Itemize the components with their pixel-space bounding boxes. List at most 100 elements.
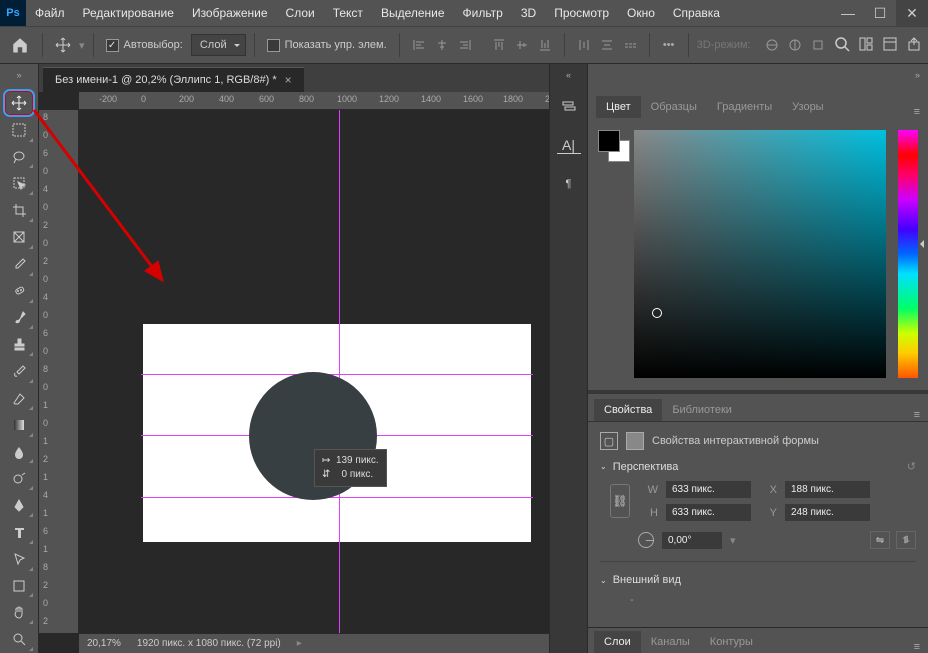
menu-window[interactable]: Окно <box>618 0 664 26</box>
section-appearance[interactable]: ⌄ Внешний вид <box>600 574 916 586</box>
history-brush-tool[interactable] <box>4 358 34 384</box>
character-panel-icon[interactable]: A| <box>557 136 581 154</box>
document-tab[interactable]: Без имени-1 @ 20,2% (Эллипс 1, RGB/8#) *… <box>43 67 304 92</box>
align-left-icon[interactable] <box>408 34 430 56</box>
panel-menu-icon[interactable]: ≡ <box>914 641 920 653</box>
3d-rotate-icon[interactable] <box>784 34 806 56</box>
hand-tool[interactable] <box>4 599 34 625</box>
flip-horizontal-button[interactable]: ⇋ <box>870 531 890 549</box>
distribute-v-icon[interactable] <box>596 34 618 56</box>
align-top-icon[interactable] <box>488 34 510 56</box>
frame-tool[interactable] <box>4 224 34 250</box>
zoom-level[interactable]: 20,17% <box>87 638 121 649</box>
3d-scale-icon[interactable] <box>807 34 829 56</box>
menu-file[interactable]: Файл <box>26 0 74 26</box>
stamp-tool[interactable] <box>4 331 34 357</box>
align-vcenter-icon[interactable] <box>511 34 533 56</box>
x-input[interactable]: 188 пикс. <box>785 481 870 498</box>
document-info[interactable]: 1920 пикс. x 1080 пикс. (72 ppi) <box>137 638 281 649</box>
tab-gradients[interactable]: Градиенты <box>707 96 782 118</box>
align-hcenter-icon[interactable] <box>431 34 453 56</box>
color-swatches[interactable] <box>598 130 628 378</box>
reset-icon[interactable]: ↺ <box>907 460 916 473</box>
blur-tool[interactable] <box>4 439 34 465</box>
share-icon[interactable] <box>906 36 922 55</box>
eraser-tool[interactable] <box>4 385 34 411</box>
arrange-icon[interactable] <box>858 36 874 55</box>
collapse-panels-icon[interactable]: » <box>915 70 920 80</box>
tab-color[interactable]: Цвет <box>596 96 641 118</box>
ruler-tick: 0 <box>43 598 48 608</box>
align-bottom-icon[interactable] <box>534 34 556 56</box>
menu-layers[interactable]: Слои <box>277 0 324 26</box>
window-minimize-button[interactable]: — <box>832 0 864 26</box>
window-close-button[interactable]: ✕ <box>896 0 928 26</box>
status-chevron-icon[interactable]: ▸ <box>297 638 302 649</box>
autoselect-mode-select[interactable]: Слой <box>191 34 246 56</box>
dodge-tool[interactable] <box>4 465 34 491</box>
panel-menu-icon[interactable]: ≡ <box>914 106 920 118</box>
tab-libraries[interactable]: Библиотеки <box>662 399 742 421</box>
menu-filter[interactable]: Фильтр <box>454 0 512 26</box>
ruler-horizontal[interactable]: -200 0 200 400 600 800 1000 1200 1400 16… <box>79 92 549 110</box>
ruler-vertical[interactable]: 806040202040608010121416182022 <box>39 110 79 633</box>
layers-panel-icon[interactable] <box>557 94 581 118</box>
menu-3d[interactable]: 3D <box>512 0 545 26</box>
height-input[interactable]: 633 пикс. <box>666 504 751 521</box>
width-input[interactable]: 633 пикс. <box>666 481 751 498</box>
show-controls-checkbox[interactable]: Показать упр. элем. <box>263 39 391 52</box>
ruler-tick: 8 <box>43 112 48 122</box>
zoom-tool[interactable] <box>4 626 34 652</box>
color-field[interactable] <box>634 130 886 378</box>
menu-view[interactable]: Просмотр <box>545 0 618 26</box>
angle-dial-icon[interactable] <box>638 532 654 548</box>
tab-swatches[interactable]: Образцы <box>641 96 707 118</box>
object-select-tool[interactable] <box>4 170 34 196</box>
distribute-h-icon[interactable] <box>573 34 595 56</box>
tab-channels[interactable]: Каналы <box>641 631 700 653</box>
crop-tool[interactable] <box>4 197 34 223</box>
marquee-tool[interactable] <box>4 117 34 143</box>
align-options-icon[interactable]: ••• <box>658 34 680 56</box>
flip-vertical-button[interactable]: ⥮ <box>896 531 916 549</box>
panel-menu-icon[interactable]: ≡ <box>914 409 920 421</box>
workspace-icon[interactable] <box>882 36 898 55</box>
menu-text[interactable]: Текст <box>324 0 372 26</box>
toolbar-collapse-icon[interactable]: » <box>16 70 21 80</box>
pen-tool[interactable] <box>4 492 34 518</box>
tab-patterns[interactable]: Узоры <box>782 96 833 118</box>
eyedropper-tool[interactable] <box>4 251 34 277</box>
move-tool[interactable] <box>4 90 34 116</box>
close-icon[interactable]: × <box>285 73 292 87</box>
healing-tool[interactable] <box>4 278 34 304</box>
3d-orbit-icon[interactable] <box>761 34 783 56</box>
menu-select[interactable]: Выделение <box>372 0 454 26</box>
menu-image[interactable]: Изображение <box>183 0 277 26</box>
tab-layers[interactable]: Слои <box>594 631 641 653</box>
angle-input[interactable]: 0,00° <box>662 532 722 549</box>
autoselect-checkbox[interactable]: Автовыбор: <box>102 39 187 52</box>
menu-help[interactable]: Справка <box>664 0 729 26</box>
link-wh-icon[interactable]: ⛓ <box>610 484 630 518</box>
home-button[interactable] <box>6 31 34 59</box>
section-transform[interactable]: ⌄ Перспектива ↺ <box>600 460 916 473</box>
path-select-tool[interactable] <box>4 546 34 572</box>
search-icon[interactable] <box>834 36 850 55</box>
menu-edit[interactable]: Редактирование <box>74 0 183 26</box>
paragraph-panel-icon[interactable]: ¶ <box>557 172 581 196</box>
window-maximize-button[interactable]: ☐ <box>864 0 896 26</box>
hue-slider[interactable] <box>898 130 918 378</box>
type-tool[interactable] <box>4 519 34 545</box>
tab-paths[interactable]: Контуры <box>700 631 763 653</box>
lasso-tool[interactable] <box>4 144 34 170</box>
tab-properties[interactable]: Свойства <box>594 399 662 421</box>
shape-tool[interactable] <box>4 573 34 599</box>
expand-panels-icon[interactable]: « <box>566 70 571 80</box>
y-input[interactable]: 248 пикс. <box>785 504 870 521</box>
align-right-icon[interactable] <box>454 34 476 56</box>
brush-tool[interactable] <box>4 305 34 331</box>
gradient-tool[interactable] <box>4 412 34 438</box>
foreground-swatch[interactable] <box>598 130 620 152</box>
distribute-more-icon[interactable] <box>619 34 641 56</box>
canvas-viewport[interactable]: ↦ 139 пикс. ⇵ 0 пикс. <box>79 110 549 633</box>
